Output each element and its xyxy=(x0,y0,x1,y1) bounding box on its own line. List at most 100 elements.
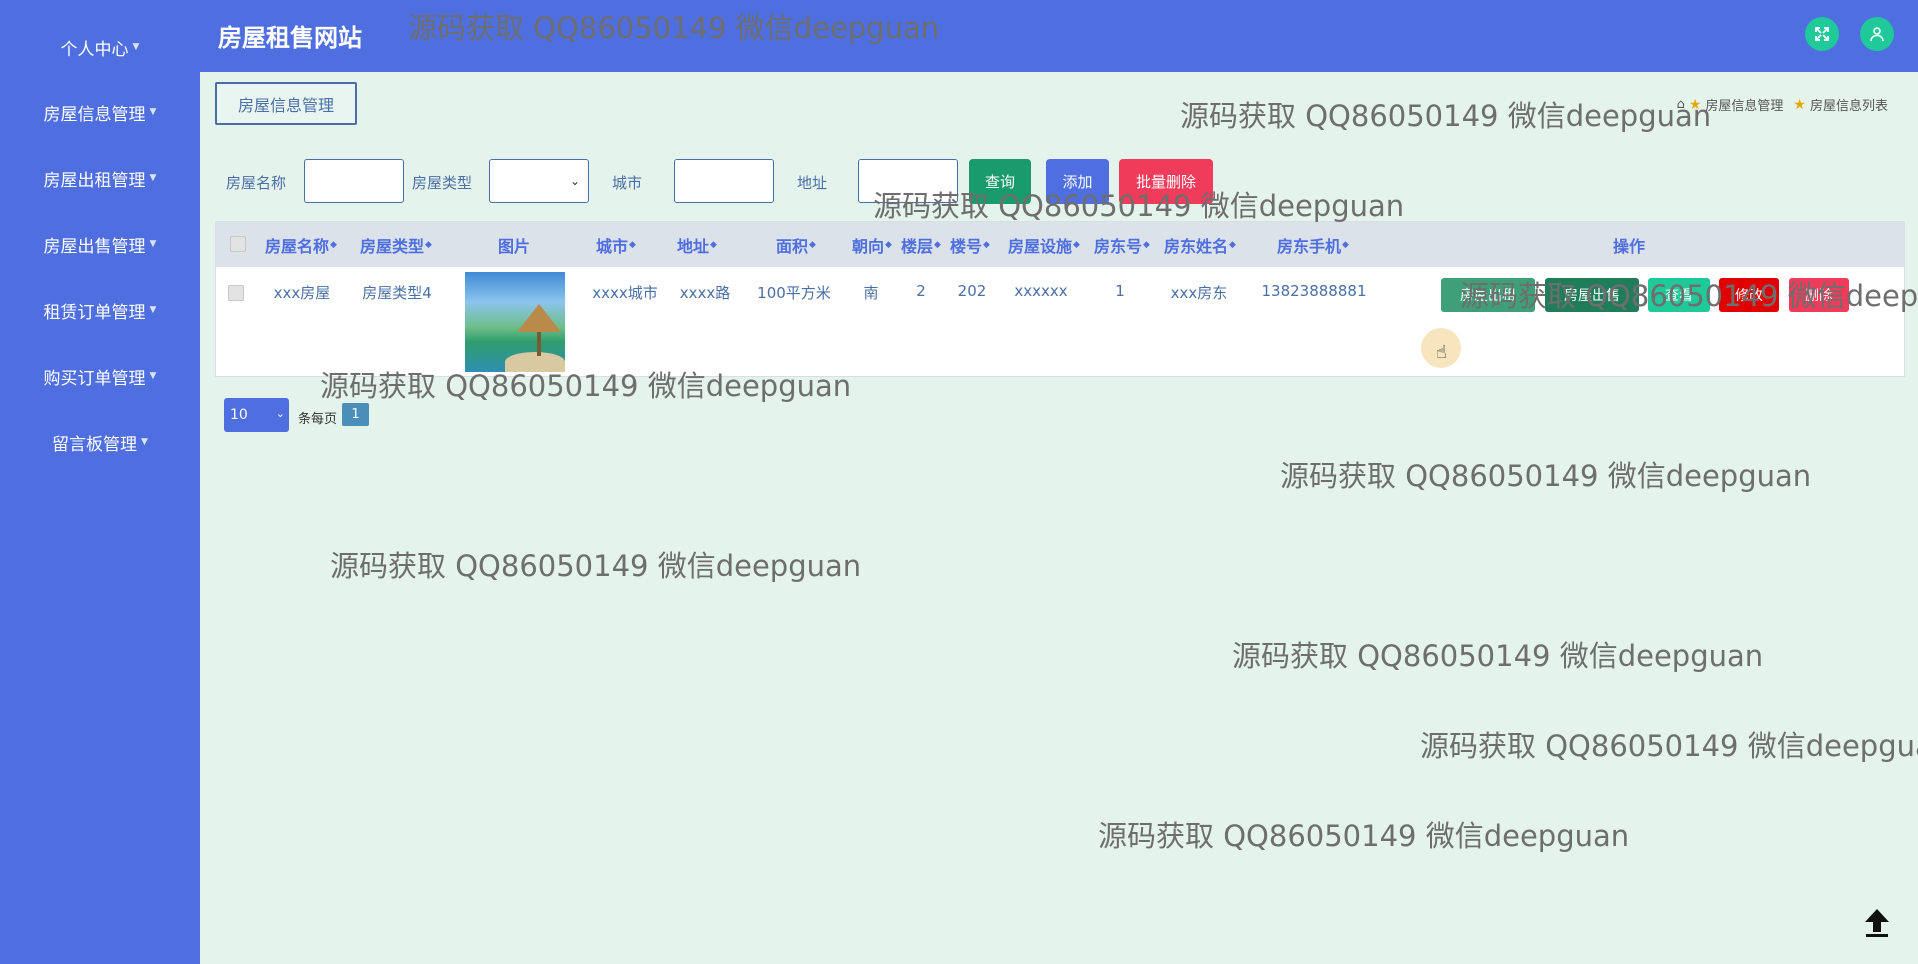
column-header[interactable]: 楼层 ◆ xyxy=(896,222,946,267)
sort-icon: ◆ xyxy=(1229,239,1236,250)
view-button[interactable]: 查看 xyxy=(1648,278,1710,312)
caret-down-icon: ▼ xyxy=(132,42,140,52)
fullscreen-icon[interactable] xyxy=(1805,17,1839,51)
sidebar-item-house-sale[interactable]: 房屋出售管理 ▼ xyxy=(0,224,200,264)
sidebar-item-house-info[interactable]: 房屋信息管理 ▼ xyxy=(0,92,200,132)
watermark-text: 源码获取 QQ86050149 微信deepguan xyxy=(1280,459,1812,493)
column-header[interactable]: 房东号 ◆ xyxy=(1087,222,1157,267)
column-header: 操作 xyxy=(1612,236,1645,256)
edit-button[interactable]: 修改 xyxy=(1719,278,1779,312)
column-header[interactable]: 地址 ◆ xyxy=(657,222,737,267)
sort-icon: ◆ xyxy=(934,239,941,250)
name-label: 房屋名称 xyxy=(226,174,287,192)
sort-icon: ◆ xyxy=(330,239,337,250)
column-header[interactable]: 城市 ◆ xyxy=(566,222,666,267)
star-icon: ★ xyxy=(1793,96,1806,113)
select-all-checkbox[interactable] xyxy=(230,236,246,252)
cell-floor: 2 xyxy=(916,282,926,300)
sidebar-item-label: 留言板管理 xyxy=(52,434,138,455)
sort-icon: ◆ xyxy=(885,239,892,250)
sidebar-item-label: 房屋出售管理 xyxy=(43,236,146,257)
star-icon: ★ xyxy=(1688,96,1702,113)
cell-name: xxx房屋 xyxy=(273,284,331,302)
caret-down-icon: ▼ xyxy=(149,107,157,117)
city-label: 城市 xyxy=(612,174,643,192)
cell-building: 202 xyxy=(957,282,987,300)
page-size-select[interactable]: 10 ⌄ xyxy=(224,398,289,432)
column-header[interactable]: 朝向 ◆ xyxy=(847,222,897,267)
page-size-value: 10 xyxy=(230,407,248,423)
type-select[interactable]: ⌄ xyxy=(489,159,589,203)
column-header[interactable]: 房东手机 ◆ xyxy=(1243,222,1383,267)
top-header: 房屋租售网站 xyxy=(200,0,1918,72)
sidebar-item-personal-center[interactable]: 个人中心 ▼ xyxy=(0,27,200,67)
sidebar: 个人中心 ▼ 房屋信息管理 ▼ 房屋出租管理 ▼ 房屋出售管理 ▼ 租赁订单管理 ▼ 购买… xyxy=(0,0,200,964)
sort-icon: ◆ xyxy=(983,239,990,250)
column-header[interactable]: 房屋类型 ◆ xyxy=(346,222,446,267)
watermark-text: 源码获取 QQ86050149 微信deepguan xyxy=(1098,819,1630,853)
caret-down-icon: ▼ xyxy=(149,371,157,381)
cell-landlord-phone: 13823888881 xyxy=(1261,282,1367,300)
sort-icon: ◆ xyxy=(629,239,636,250)
breadcrumb-item: 房屋信息列表 xyxy=(1809,99,1888,114)
column-header[interactable]: 房东姓名 ◆ xyxy=(1150,222,1250,267)
cell-area: 100平方米 xyxy=(757,284,831,302)
caret-down-icon: ▼ xyxy=(141,437,148,447)
watermark-text: 源码获取 QQ86050149 微信deepguan xyxy=(1232,639,1764,673)
address-input[interactable] xyxy=(858,159,958,203)
sort-icon: ◆ xyxy=(809,239,816,250)
table-header: 房屋名称 ◆ 房屋类型 ◆ 图片 城市 ◆ 地址 ◆ 面积 ◆ 朝向 ◆ 楼层 ◆ 楼号 ◆ 房… xyxy=(216,222,1904,267)
watermark-text: 源码获取 QQ86050149 微信deepguan xyxy=(330,549,862,583)
chevron-down-icon: ⌄ xyxy=(275,407,285,420)
page-tab[interactable]: 房屋信息管理 xyxy=(215,82,357,125)
upload-arrow-icon[interactable] xyxy=(1860,905,1894,939)
home-icon[interactable]: ⌂ xyxy=(1677,97,1685,112)
cell-orientation: 南 xyxy=(863,284,879,302)
batch-delete-button[interactable]: 批量删除 xyxy=(1119,159,1213,204)
breadcrumb: ⌂ ★ 房屋信息管理 ★ 房屋信息列表 xyxy=(1677,95,1888,115)
cell-landlord-no: 1 xyxy=(1115,282,1125,300)
column-header[interactable]: 楼号 ◆ xyxy=(945,222,995,267)
address-label: 地址 xyxy=(797,174,828,192)
app-title: 房屋租售网站 xyxy=(218,24,362,52)
caret-down-icon: ▼ xyxy=(149,239,157,249)
sell-house-button[interactable]: 房屋出售 xyxy=(1545,278,1639,312)
row-checkbox[interactable] xyxy=(228,285,244,301)
type-label: 房屋类型 xyxy=(412,174,473,192)
column-header[interactable]: 面积 ◆ xyxy=(736,222,856,267)
sidebar-item-purchase-orders[interactable]: 购买订单管理 ▼ xyxy=(0,356,200,396)
sidebar-item-label: 房屋信息管理 xyxy=(43,104,146,125)
sort-icon: ◆ xyxy=(425,239,432,250)
query-button[interactable]: 查询 xyxy=(969,159,1031,204)
per-page-label: 条每页 xyxy=(298,412,338,427)
sidebar-item-message-board[interactable]: 留言板管理 ▼ xyxy=(0,422,200,462)
add-button[interactable]: 添加 xyxy=(1046,159,1109,204)
rent-house-button[interactable]: 房屋出租 xyxy=(1441,278,1535,312)
column-header: 图片 xyxy=(497,236,530,256)
sort-icon: ◆ xyxy=(1073,239,1080,250)
user-icon[interactable] xyxy=(1860,17,1894,51)
sidebar-item-label: 房屋出租管理 xyxy=(43,170,146,191)
column-header[interactable]: 房屋设施 ◆ xyxy=(994,222,1094,267)
cell-city: xxxx城市 xyxy=(592,284,658,302)
cell-landlord-name: xxx房东 xyxy=(1170,284,1228,302)
caret-down-icon: ▼ xyxy=(149,173,157,183)
sort-icon: ◆ xyxy=(1143,239,1150,250)
column-header[interactable]: 房屋名称 ◆ xyxy=(251,222,351,267)
breadcrumb-item[interactable]: 房屋信息管理 xyxy=(1705,95,1783,114)
cell-facilities: xxxxxx xyxy=(1014,282,1068,300)
cell-type: 房屋类型4 xyxy=(362,284,432,302)
sidebar-item-rent-orders[interactable]: 租赁订单管理 ▼ xyxy=(0,290,200,330)
sidebar-item-house-rent[interactable]: 房屋出租管理 ▼ xyxy=(0,158,200,198)
house-photo xyxy=(465,272,565,372)
data-table: 房屋名称 ◆ 房屋类型 ◆ 图片 城市 ◆ 地址 ◆ 面积 ◆ 朝向 ◆ 楼层 ◆ 楼号 ◆ 房… xyxy=(215,221,1905,377)
name-input[interactable] xyxy=(304,159,404,203)
page-number[interactable]: 1 xyxy=(342,403,369,426)
watermark-text: 源码获取 QQ86050149 微信deepguan xyxy=(1420,729,1918,763)
city-input[interactable] xyxy=(674,159,774,203)
delete-button[interactable]: 删除 xyxy=(1789,278,1849,312)
watermark-text: 源码获取 QQ86050149 微信deepguan xyxy=(1180,99,1712,133)
cell-address: xxxx路 xyxy=(679,284,731,302)
sidebar-item-label: 购买订单管理 xyxy=(43,368,146,389)
sidebar-item-label: 个人中心 xyxy=(60,39,129,60)
